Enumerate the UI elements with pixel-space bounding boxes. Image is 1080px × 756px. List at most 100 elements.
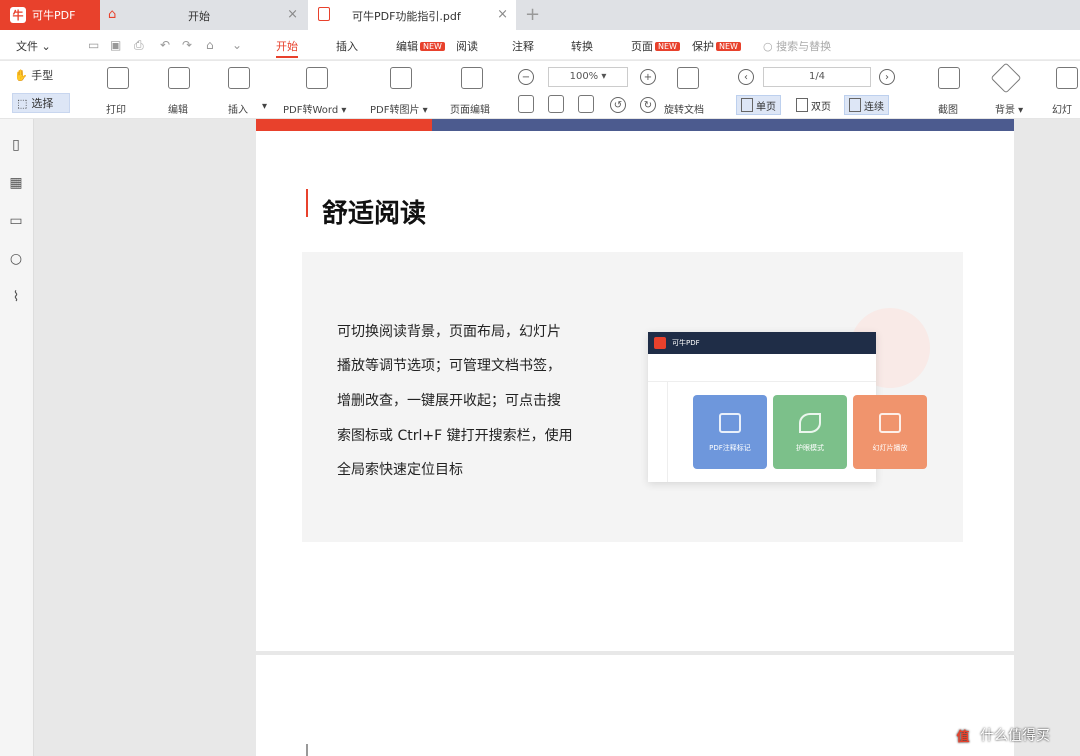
open-icon[interactable]: ▭ <box>88 38 99 52</box>
comment-icon[interactable]: ▭ <box>8 213 24 229</box>
rotate-right-icon[interactable]: ↻ <box>640 97 656 113</box>
attachment-icon[interactable]: ⌇ <box>8 289 24 305</box>
card-label: 护眼模式 <box>796 444 824 452</box>
leaf-icon <box>799 413 821 433</box>
page-edit-icon[interactable] <box>461 67 483 89</box>
heading-accent <box>306 744 308 756</box>
app-name: 可牛PDF <box>32 9 76 22</box>
continuous-button[interactable]: 连续 <box>844 95 889 115</box>
tab-bar: 牛 可牛PDF ⌂ 开始 × 可牛PDF功能指引.pdf × + <box>0 0 1080 30</box>
insert-label[interactable]: 插入 <box>228 101 248 116</box>
redo-icon[interactable]: ↷ <box>182 38 192 52</box>
menu-edit[interactable]: 编辑 NEW <box>396 38 445 54</box>
tool-label: 选择 <box>31 97 54 110</box>
menu-page[interactable]: 页面 NEW <box>631 38 680 54</box>
page-indicator-input[interactable]: 1/4 <box>763 67 871 87</box>
menu-annotate[interactable]: 注释 <box>512 38 534 54</box>
print-icon[interactable] <box>107 67 129 89</box>
rotate-left-icon[interactable]: ↺ <box>610 97 626 113</box>
zoom-select[interactable]: 100% ▾ <box>548 67 628 87</box>
next-page-icon[interactable]: › <box>879 69 895 85</box>
pdf-to-image-icon[interactable] <box>390 67 412 89</box>
fit-height-icon[interactable] <box>578 95 594 113</box>
feature-card-slideshow: 幻灯片播放 <box>853 395 927 469</box>
new-badge: NEW <box>420 42 445 51</box>
menu-file[interactable]: 文件 ⌄ <box>16 38 51 54</box>
fit-page-icon[interactable] <box>677 67 699 89</box>
left-sidebar: ▯ ▦ ▭ ○ ⌇ <box>0 119 34 756</box>
screenshot-icon[interactable] <box>938 67 960 89</box>
tab-label: 开始 <box>188 10 210 23</box>
pdf-to-image-button[interactable]: PDF转图片 ▾ <box>370 101 428 116</box>
page-header-accent <box>256 119 432 131</box>
slideshow-icon[interactable] <box>1056 67 1078 89</box>
select-tool[interactable]: ⬚ 选择 <box>12 93 70 113</box>
chevron-down-icon: ⌄ <box>41 40 51 53</box>
pdf-file-icon <box>318 7 330 21</box>
save-icon[interactable]: ▣ <box>110 38 121 52</box>
menu-start[interactable]: 开始 <box>276 38 298 58</box>
pdf-page <box>256 655 1014 756</box>
fit-width-icon[interactable] <box>518 95 534 113</box>
edit-label: 编辑 <box>168 105 188 116</box>
new-tab-button[interactable]: + <box>525 4 540 25</box>
insert-icon[interactable] <box>228 67 250 89</box>
app-logo-tab[interactable]: 牛 可牛PDF <box>0 0 100 30</box>
preview-toolbar <box>648 354 876 382</box>
close-icon[interactable]: × <box>497 7 508 22</box>
button-label: 连续 <box>864 101 884 113</box>
single-page-button[interactable]: 单页 <box>736 95 781 115</box>
edit-icon[interactable] <box>168 67 190 89</box>
zoom-out-icon[interactable]: − <box>518 69 534 85</box>
preview-logo-icon <box>654 337 666 349</box>
screenshot-label[interactable]: 截图 <box>938 101 958 116</box>
zoom-in-icon[interactable]: + <box>640 69 656 85</box>
search-icon: ○ <box>763 40 773 53</box>
heading-accent <box>306 189 308 217</box>
page-heading: 舒适阅读 <box>322 199 427 229</box>
actual-size-icon[interactable] <box>548 95 564 113</box>
page-edit-label[interactable]: 页面编辑 <box>450 101 490 116</box>
background-icon[interactable] <box>990 62 1022 94</box>
play-icon <box>879 413 901 433</box>
close-icon[interactable]: × <box>287 7 298 22</box>
paragraph-line: 可切换阅读背景，页面布局，幻灯片 <box>337 324 561 340</box>
pdf-to-word-icon[interactable] <box>306 67 328 89</box>
feature-card-annotate: PDF注释标记 <box>693 395 767 469</box>
menu-protect[interactable]: 保护 NEW <box>692 38 741 54</box>
undo-icon[interactable]: ↶ <box>160 38 170 52</box>
slideshow-label[interactable]: 幻灯 <box>1052 101 1072 116</box>
print-label: 打印 <box>106 105 126 116</box>
background-button[interactable]: 背景 ▾ <box>995 101 1023 116</box>
menu-read[interactable]: 阅读 <box>456 38 478 54</box>
button-label: 单页 <box>756 101 776 113</box>
pdf-to-word-button[interactable]: PDF转Word ▾ <box>283 101 346 116</box>
search-icon[interactable]: ○ <box>8 251 24 267</box>
hand-icon: ✋ <box>14 69 28 82</box>
menu-convert[interactable]: 转换 <box>571 38 593 54</box>
preview-title: 可牛PDF <box>648 332 876 354</box>
watermark-text: 什么值得买 <box>980 728 1050 744</box>
menu-insert[interactable]: 插入 <box>336 38 358 54</box>
home-icon: ⌂ <box>108 7 117 22</box>
home-icon[interactable]: ⌂ <box>206 38 214 52</box>
button-label: 双页 <box>811 101 831 113</box>
tab-start[interactable]: ⌂ 开始 × <box>100 0 306 30</box>
chevron-down-icon[interactable]: ▾ <box>262 101 267 112</box>
prev-page-icon[interactable]: ‹ <box>738 69 754 85</box>
double-page-button[interactable]: 双页 <box>792 95 835 115</box>
menu-bar: 文件 ⌄ ▭ ▣ ⎙ ↶ ↷ ⌂ ⌄ 开始 插入 编辑 NEW 阅读 注释 转换 … <box>0 30 1080 60</box>
hand-tool[interactable]: ✋ 手型 <box>14 67 53 83</box>
tab-document[interactable]: 可牛PDF功能指引.pdf × <box>308 0 516 30</box>
search-replace-button[interactable]: ○ 搜索与替换 <box>763 38 831 54</box>
tool-label: 手型 <box>31 69 54 82</box>
rotate-doc-label[interactable]: 旋转文档 <box>664 101 704 116</box>
thumbnails-icon[interactable]: ▦ <box>8 175 24 191</box>
chevron-down-icon[interactable]: ⌄ <box>232 38 242 52</box>
note-icon <box>719 413 741 433</box>
card-label: PDF注释标记 <box>709 444 751 452</box>
print-icon[interactable]: ⎙ <box>134 38 144 53</box>
double-page-icon <box>796 98 808 112</box>
bookmark-icon[interactable]: ▯ <box>8 137 24 153</box>
menu-label: 编辑 <box>396 40 418 53</box>
